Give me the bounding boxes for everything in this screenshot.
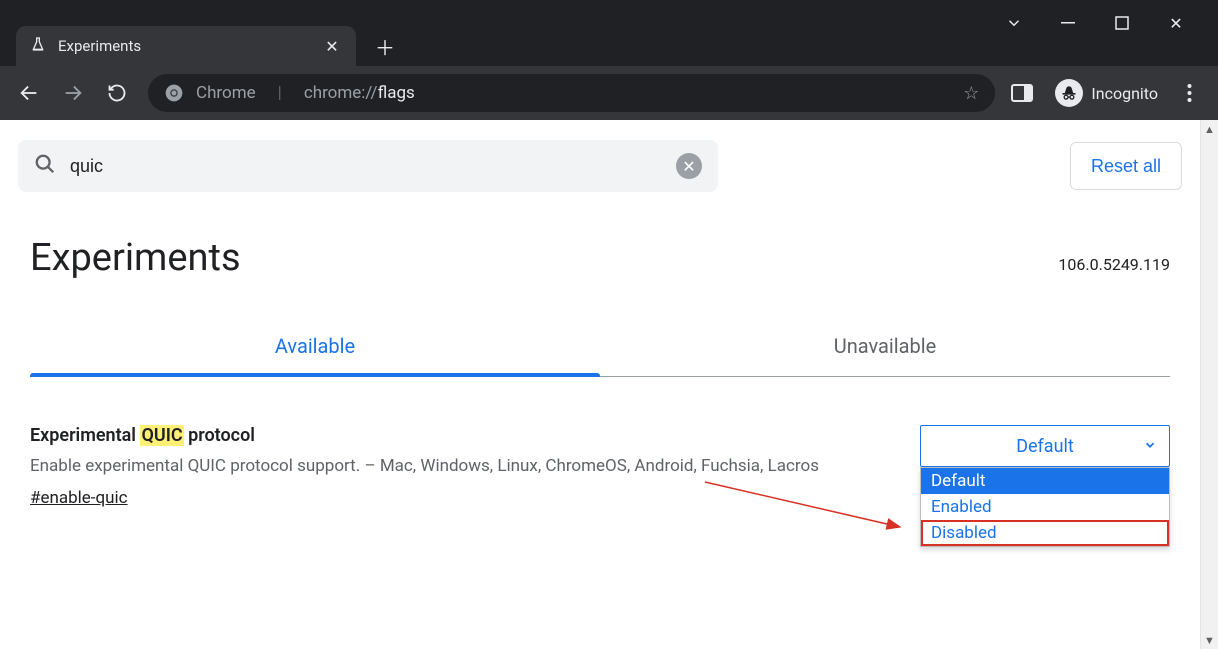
url-scheme: Chrome [196,83,256,103]
bookmark-star-icon[interactable]: ☆ [963,83,979,104]
minimize-button[interactable] [1056,11,1080,35]
chrome-version: 106.0.5249.119 [1058,255,1170,274]
chevron-down-icon [1143,436,1157,457]
search-icon [34,153,56,179]
flag-description: Enable experimental QUIC protocol suppor… [30,454,890,480]
url-host: chrome:// [304,83,378,103]
flag-dropdown: Default Enabled Disabled [920,467,1170,547]
vertical-scrollbar[interactable]: ▲ ▼ [1200,120,1218,649]
browser-toolbar: Chrome | chrome://flags ☆ Incognito [0,66,1218,120]
scroll-up-icon[interactable]: ▲ [1201,120,1218,138]
address-bar[interactable]: Chrome | chrome://flags ☆ [148,74,995,112]
clear-search-icon[interactable]: ✕ [676,153,702,179]
flask-icon [30,36,46,56]
flag-title-after: protocol [184,425,255,446]
close-tab-icon[interactable]: ✕ [322,37,342,56]
option-enabled[interactable]: Enabled [921,494,1169,520]
search-flags-box[interactable]: ✕ [18,140,718,192]
new-tab-button[interactable]: ＋ [368,30,402,62]
incognito-icon [1055,79,1083,107]
flags-tabs: Available Unavailable [30,320,1170,377]
browser-menu-button[interactable] [1170,74,1208,112]
flag-select-value: Default [1016,436,1074,457]
url-separator: | [268,83,292,103]
tab-strip: Experiments ✕ ＋ [0,0,402,66]
flag-anchor-link[interactable]: #enable-quic [30,488,128,508]
browser-tab[interactable]: Experiments ✕ [16,26,356,66]
flag-enable-quic: Experimental QUIC protocol Enable experi… [0,377,1200,508]
side-panel-icon[interactable] [1011,84,1033,102]
tab-unavailable[interactable]: Unavailable [600,320,1170,376]
chevron-down-icon[interactable] [1002,11,1026,35]
incognito-indicator[interactable]: Incognito [1055,79,1158,107]
option-default[interactable]: Default [921,468,1169,494]
url-path: flags [378,83,415,103]
tab-available[interactable]: Available [30,320,600,376]
reset-all-button[interactable]: Reset all [1070,142,1182,190]
forward-button[interactable] [54,74,92,112]
search-highlight: QUIC [140,425,183,446]
close-window-button[interactable]: ✕ [1164,11,1188,35]
scroll-down-icon[interactable]: ▼ [1201,631,1218,649]
flag-control: Default Default Enabled Disabled [920,425,1170,467]
flag-title: Experimental QUIC protocol [30,425,890,446]
maximize-button[interactable] [1110,11,1134,35]
flags-heading-row: Experiments 106.0.5249.119 [0,206,1200,280]
window-titlebar: Experiments ✕ ＋ ✕ [0,0,1218,66]
flags-topbar: ✕ Reset all [0,120,1200,206]
page-viewport: ✕ Reset all Experiments 106.0.5249.119 A… [0,120,1218,649]
incognito-label: Incognito [1091,84,1158,103]
reload-button[interactable] [98,74,136,112]
flag-select[interactable]: Default [920,425,1170,467]
flag-title-before: Experimental [30,425,140,446]
flags-page: ✕ Reset all Experiments 106.0.5249.119 A… [0,120,1200,649]
tab-title: Experiments [58,37,310,55]
page-title: Experiments [30,236,241,280]
window-controls: ✕ [1002,0,1218,46]
search-input[interactable] [70,156,662,177]
back-button[interactable] [10,74,48,112]
chrome-icon [164,83,184,103]
option-disabled[interactable]: Disabled [921,520,1169,546]
